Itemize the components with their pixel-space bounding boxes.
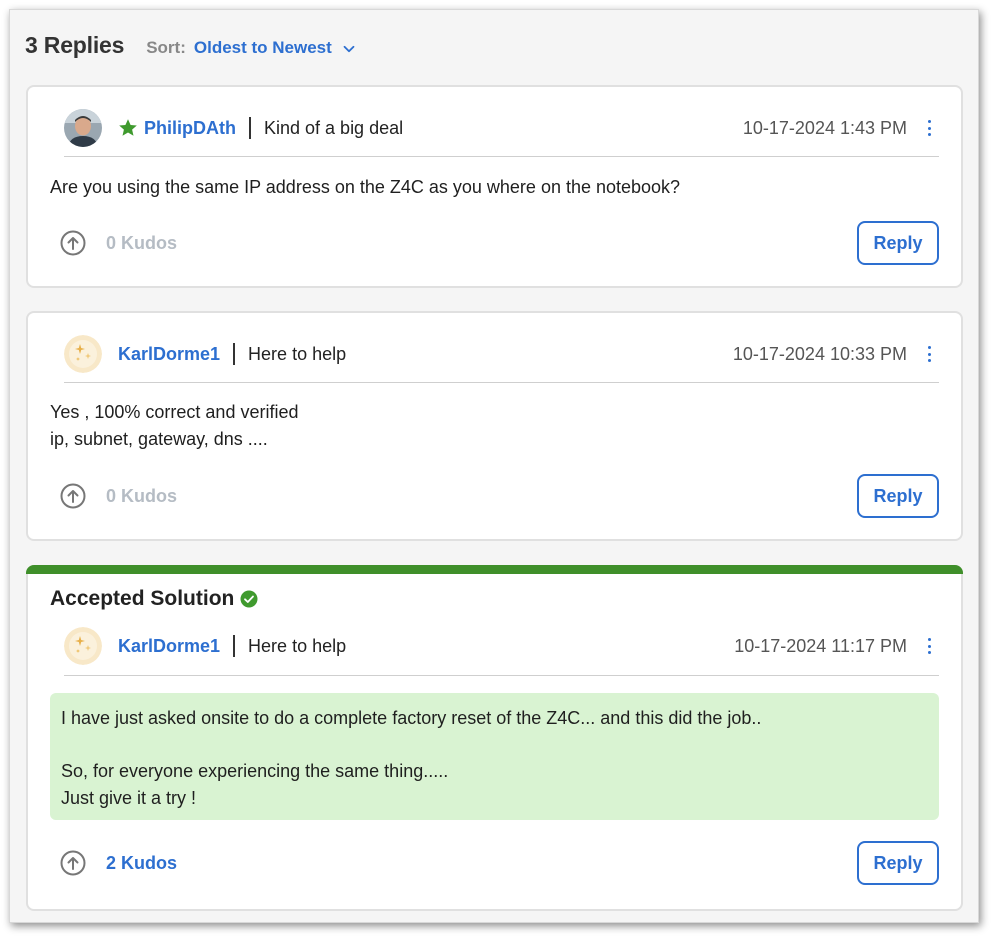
kudos-count[interactable]: 2 Kudos [106,853,177,874]
post-header: PhilipDAth Kind of a big deal 10-17-2024… [64,108,939,148]
sparkle-avatar[interactable] [64,335,102,373]
sparkle-avatar[interactable] [64,627,102,665]
accepted-bar [26,565,963,574]
accepted-solution-label: Accepted Solution [50,587,235,610]
user-rank: Here to help [248,635,347,656]
reply-card: KarlDorme1 Here to help 10-17-2024 10:33… [26,311,963,541]
author-link[interactable]: KarlDorme1 [118,344,220,365]
body-line: Yes , 100% correct and verified [50,402,299,422]
kudos-count: 0 Kudos [106,485,178,506]
post-date: 10-17-2024 11:17 PM [734,635,907,656]
user-photo-avatar[interactable] [64,109,102,147]
separator [233,635,236,657]
post-body: Are you using the same IP address on the… [50,174,939,201]
body-line [61,732,928,759]
user-rank: Here to help [248,343,347,364]
body-line: Just give it a try ! [61,787,197,808]
reply-card: PhilipDAth Kind of a big deal 10-17-2024… [26,85,963,288]
more-options-icon[interactable] [919,117,939,139]
body-line: So, for everyone experiencing the same t… [61,761,449,781]
divider [64,382,939,383]
reply-button[interactable]: Reply [857,474,939,518]
replies-count: 3 Replies [25,32,125,58]
divider [64,675,939,676]
sort-value: Oldest to Newest [193,38,332,57]
chevron-down-icon [343,45,354,53]
author-link[interactable]: KarlDorme1 [118,636,220,657]
separator [233,343,236,365]
post-date: 10-17-2024 10:33 PM [732,343,907,364]
more-options-icon[interactable] [919,635,939,657]
accepted-solution-card: Accepted Solution KarlDorme1 Here to hel… [26,565,963,911]
divider [64,156,939,157]
user-rank: Kind of a big deal [264,117,404,138]
body-line: ip, subnet, gateway, dns .... [50,429,268,449]
kudos-area: 0 Kudos [60,228,177,258]
sort-label: Sort: [146,38,186,57]
replies-header: 3 Replies Sort: Oldest to Newest [25,32,355,62]
post-header: KarlDorme1 Here to help 10-17-2024 11:17… [64,626,939,666]
check-circle-icon [240,590,258,608]
replies-panel: 3 Replies Sort: Oldest to Newest PhilipD… [9,9,979,923]
separator [249,117,251,139]
solution-body: I have just asked onsite to do a complet… [50,693,939,820]
more-options-icon[interactable] [919,343,939,365]
post-date: 10-17-2024 1:43 PM [742,117,907,138]
star-icon [119,119,137,136]
author-link[interactable]: PhilipDAth [144,118,236,139]
reply-button[interactable]: Reply [857,221,939,265]
kudo-upvote-icon[interactable] [60,483,86,509]
reply-button[interactable]: Reply [857,841,939,885]
accepted-solution-heading: Accepted Solution [50,587,258,611]
kudos-area: 0 Kudos [60,481,177,511]
kudo-upvote-icon[interactable] [60,850,86,876]
kudos-area: 2 Kudos [60,848,177,878]
body-line: Are you using the same IP address on the… [50,177,681,197]
body-line: I have just asked onsite to do a complet… [61,708,762,728]
post-header: KarlDorme1 Here to help 10-17-2024 10:33… [64,334,939,374]
kudos-count: 0 Kudos [106,232,178,253]
sort-dropdown[interactable]: Oldest to Newest [194,38,355,58]
post-body: Yes , 100% correct and verified ip, subn… [50,399,939,453]
kudo-upvote-icon[interactable] [60,230,86,256]
